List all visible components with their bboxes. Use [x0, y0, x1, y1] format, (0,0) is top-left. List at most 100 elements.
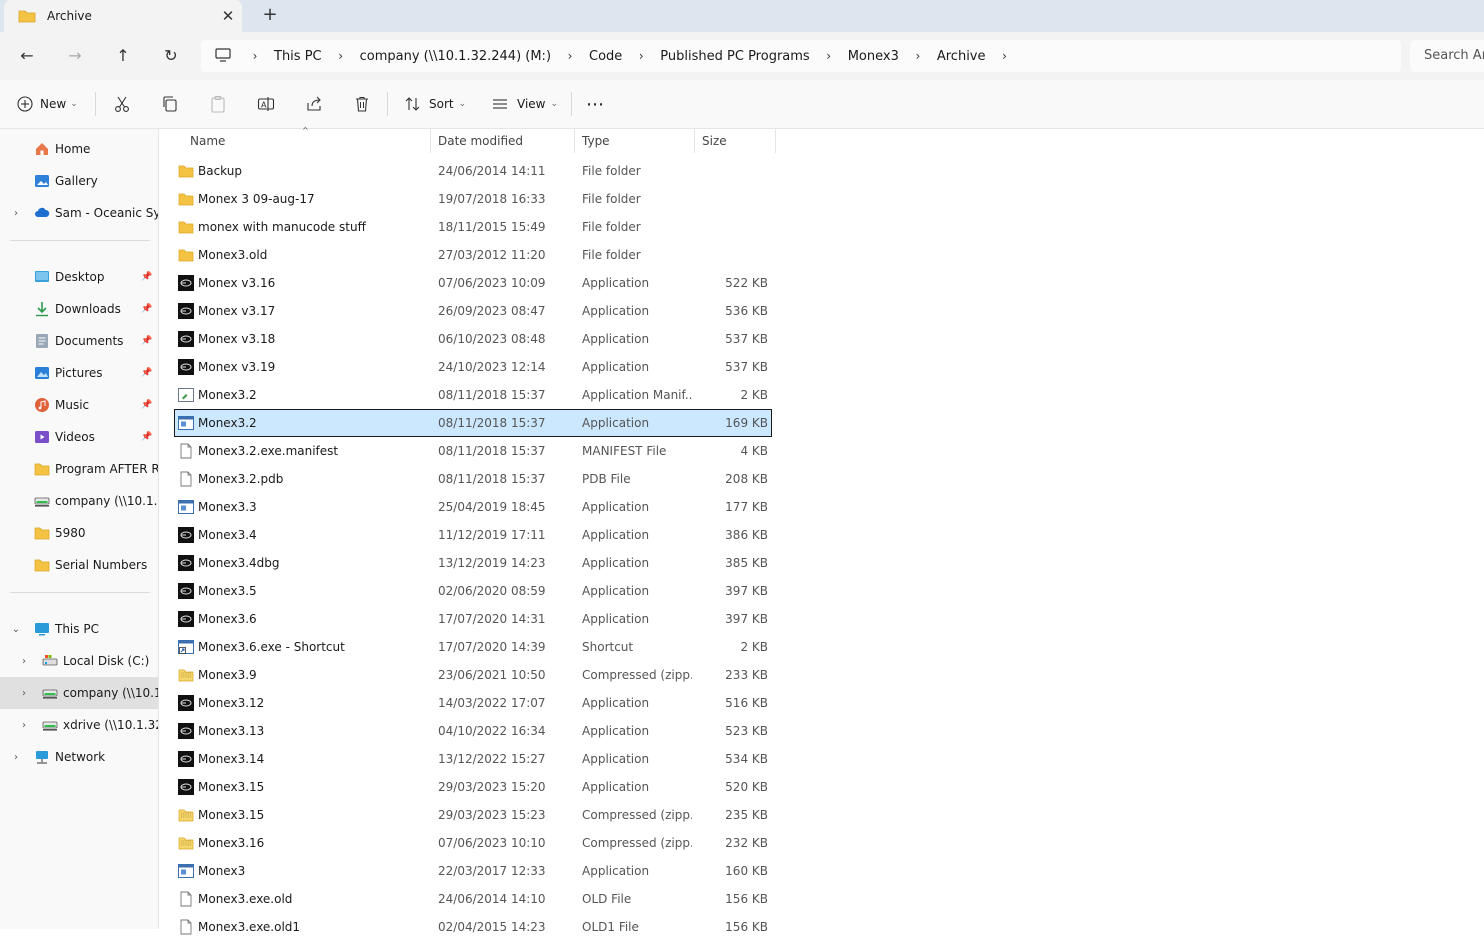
breadcrumb-item-code[interactable]: Code	[584, 49, 627, 64]
file-row[interactable]: Monex3.4 11/12/2019 17:11 Application 386 K…	[174, 521, 772, 549]
sidebar-item-videos[interactable]: Videos 📌	[0, 421, 158, 453]
sidebar-item-company-10-1-32[interactable]: company (\\10.1.32	[0, 485, 158, 517]
rename-button[interactable]: A	[257, 92, 275, 116]
file-row[interactable]: Monex3.3 25/04/2019 18:45 Application 177 K…	[174, 493, 772, 521]
breadcrumb-separator[interactable]: ›	[627, 49, 655, 63]
sidebar-item-company-10-1-3[interactable]: › company (\\10.1.3	[0, 677, 158, 709]
column-type[interactable]: Type	[575, 129, 695, 153]
sidebar-item-desktop[interactable]: Desktop 📌	[0, 261, 158, 293]
sidebar-item-this-pc[interactable]: ⌄ This PC	[0, 613, 158, 645]
refresh-button[interactable]: ↻	[159, 44, 183, 68]
file-row[interactable]: Monex3.2 08/11/2018 15:37 Application Mani…	[174, 381, 772, 409]
paste-button[interactable]	[209, 92, 227, 116]
breadcrumb-item-published[interactable]: Published PC Programs	[655, 49, 814, 64]
sidebar-item-xdrive-10-1-32-2[interactable]: › xdrive (\\10.1.32.2	[0, 709, 158, 741]
file-row[interactable]: Monex v3.17 26/09/2023 08:47 Application 53…	[174, 297, 772, 325]
file-type: MANIFEST File	[582, 444, 667, 458]
file-row[interactable]: Monex v3.16 07/06/2023 10:09 Application 52…	[174, 269, 772, 297]
view-button[interactable]: View ⌄	[491, 92, 558, 116]
forward-button[interactable]: →	[63, 44, 87, 68]
file-row[interactable]: Monex3.15 29/03/2023 15:23 Compressed (zip…	[174, 801, 772, 829]
new-button[interactable]: New ⌄	[16, 92, 78, 116]
file-row[interactable]: Monex3.exe.old 24/06/2014 14:10 OLD File 15…	[174, 885, 772, 913]
file-row[interactable]: Monex3.13 04/10/2022 16:34 Application 523 …	[174, 717, 772, 745]
up-button[interactable]: ↑	[111, 44, 135, 68]
chevron-right-icon[interactable]: ›	[10, 752, 22, 763]
breadcrumb-separator[interactable]: ›	[815, 49, 843, 63]
sidebar-item-program-after-re[interactable]: Program AFTER Re	[0, 453, 158, 485]
breadcrumb-separator[interactable]: ›	[556, 49, 584, 63]
file-row[interactable]: Monex3.exe.old1 02/04/2015 14:23 OLD1 File…	[174, 913, 772, 941]
monex-app-icon	[178, 583, 194, 599]
file-row[interactable]: Monex3 22/03/2017 12:33 Application 160 KB	[174, 857, 772, 885]
delete-button[interactable]	[353, 92, 371, 116]
file-row[interactable]: Monex3.6 17/07/2020 14:31 Application 397 K…	[174, 605, 772, 633]
chevron-right-icon[interactable]: ›	[10, 208, 22, 219]
sidebar-item-music[interactable]: Music 📌	[0, 389, 158, 421]
sidebar-item-pictures[interactable]: Pictures 📌	[0, 357, 158, 389]
search-input[interactable]: Search Ar	[1410, 40, 1484, 72]
view-list-icon	[493, 99, 507, 109]
chevron-right-icon[interactable]: ›	[18, 656, 30, 667]
breadcrumb-separator[interactable]: ›	[904, 49, 932, 63]
sidebar-item-home[interactable]: Home	[0, 133, 158, 165]
file-row[interactable]: Monex3.9 23/06/2021 10:50 Compressed (zipp…	[174, 661, 772, 689]
chevron-right-icon[interactable]: ›	[18, 688, 30, 699]
column-size[interactable]: Size	[695, 129, 776, 153]
gallery-icon	[34, 173, 50, 189]
breadcrumb-item-this-pc[interactable]: This PC	[269, 49, 327, 64]
breadcrumb-separator[interactable]: ›	[991, 49, 1019, 63]
file-row[interactable]: Monex3.6.exe - Shortcut 17/07/2020 14:39 S…	[174, 633, 772, 661]
file-row[interactable]: Monex3.5 02/06/2020 08:59 Application 397 K…	[174, 577, 772, 605]
chevron-right-icon[interactable]: ›	[18, 720, 30, 731]
file-row[interactable]: Monex3.old 27/03/2012 11:20 File folder	[174, 241, 772, 269]
copy-button[interactable]	[161, 92, 179, 116]
breadcrumb-item-company[interactable]: company (\\10.1.32.244) (M:)	[355, 49, 556, 64]
sidebar-item-gallery[interactable]: Gallery	[0, 165, 158, 197]
file-row[interactable]: Monex3.2 08/11/2018 15:37 Application 169 K…	[174, 409, 772, 437]
file-row[interactable]: Monex v3.18 06/10/2023 08:48 Application 53…	[174, 325, 772, 353]
breadcrumb-item-monex3[interactable]: Monex3	[843, 49, 904, 64]
share-button[interactable]	[305, 92, 323, 116]
file-type: File folder	[582, 164, 641, 178]
file-size: 536 KB	[725, 304, 768, 318]
back-button[interactable]: ←	[15, 44, 39, 68]
file-row[interactable]: Monex3.2.exe.manifest 08/11/2018 15:37 MAN…	[174, 437, 772, 465]
sidebar-item-documents[interactable]: Documents 📌	[0, 325, 158, 357]
breadcrumb-item-archive[interactable]: Archive	[932, 49, 991, 64]
sidebar-item-local-disk-c[interactable]: › Local Disk (C:)	[0, 645, 158, 677]
sidebar-item-downloads[interactable]: Downloads 📌	[0, 293, 158, 325]
file-row[interactable]: Monex 3 09-aug-17 19/07/2018 16:33 File fo…	[174, 185, 772, 213]
sidebar-item-network[interactable]: › Network	[0, 741, 158, 773]
file-row[interactable]: Monex3.4dbg 13/12/2019 14:23 Application 38…	[174, 549, 772, 577]
file-name: Monex3.13	[198, 724, 265, 738]
sidebar-item-serial-numbers[interactable]: Serial Numbers	[0, 549, 158, 581]
file-date-modified: 19/07/2018 16:33	[438, 192, 546, 206]
file-name: Monex v3.17	[198, 304, 276, 318]
column-name[interactable]: Name	[174, 129, 431, 153]
more-icon: ⋯	[586, 93, 604, 115]
folder-icon	[18, 10, 36, 23]
file-row[interactable]: Monex3.2.pdb 08/11/2018 15:37 PDB File 208 …	[174, 465, 772, 493]
chevron-down-icon[interactable]: ⌄	[10, 624, 22, 635]
breadcrumb-separator[interactable]: ›	[241, 49, 269, 63]
tab-archive[interactable]: Archive ✕	[4, 0, 242, 32]
more-options-button[interactable]: ⋯	[586, 92, 604, 116]
file-row[interactable]: Monex3.14 13/12/2022 15:27 Application 534 …	[174, 745, 772, 773]
close-icon[interactable]: ✕	[218, 6, 238, 26]
file-row[interactable]: Monex3.12 14/03/2022 17:07 Application 516 …	[174, 689, 772, 717]
file-row[interactable]: Monex v3.19 24/10/2023 12:14 Application 53…	[174, 353, 772, 381]
address-bar[interactable]: › This PC › company (\\10.1.32.244) (M:)…	[201, 40, 1401, 72]
sidebar-item-sam-oceanic-syst[interactable]: › Sam - Oceanic Syst	[0, 197, 158, 229]
breadcrumb-separator[interactable]: ›	[327, 49, 355, 63]
file-row[interactable]: Monex3.15 29/03/2023 15:20 Application 520 …	[174, 773, 772, 801]
sort-button[interactable]: Sort ⌄	[404, 92, 466, 116]
new-tab-button[interactable]: +	[260, 5, 280, 25]
sidebar-item-5980[interactable]: 5980	[0, 517, 158, 549]
file-date-modified: 23/06/2021 10:50	[438, 668, 546, 682]
column-date-modified[interactable]: Date modified	[431, 129, 575, 153]
cut-button[interactable]	[113, 92, 131, 116]
file-row[interactable]: Backup 24/06/2014 14:11 File folder	[174, 157, 772, 185]
file-row[interactable]: monex with manucode stuff 18/11/2015 15:4…	[174, 213, 772, 241]
file-row[interactable]: Monex3.16 07/06/2023 10:10 Compressed (zip…	[174, 829, 772, 857]
